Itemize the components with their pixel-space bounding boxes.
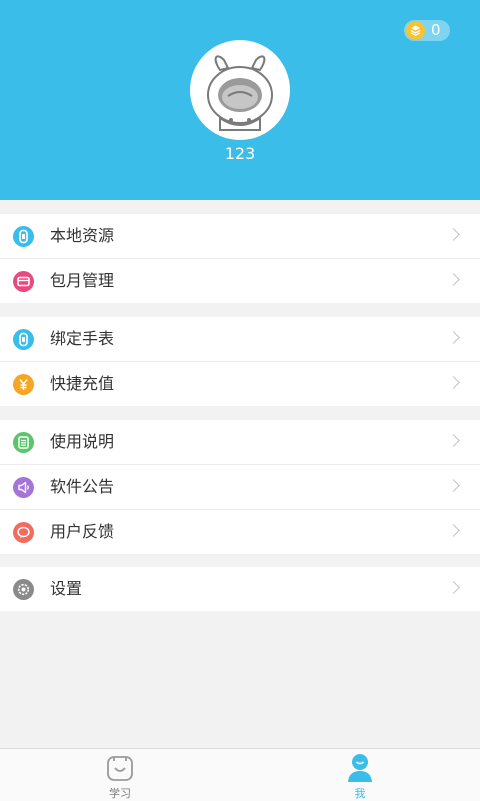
menu-item-announcements[interactable]: 软件公告: [0, 465, 480, 510]
menu-group-resources: 本地资源 包月管理: [0, 214, 480, 303]
menu-item-bind-watch[interactable]: 绑定手表: [0, 317, 480, 362]
menu-item-local-resources[interactable]: 本地资源: [0, 214, 480, 259]
menu-item-label: 使用说明: [50, 432, 115, 451]
menu-group-info: 使用说明 软件公告 用户反馈: [0, 420, 480, 554]
profile-header: 0 123: [0, 0, 480, 200]
chat-icon: [13, 522, 34, 543]
chevron-right-icon: [447, 273, 460, 286]
chevron-right-icon: [447, 228, 460, 241]
coin-icon: [406, 21, 425, 40]
menu-item-monthly-subscription[interactable]: 包月管理: [0, 259, 480, 303]
chevron-right-icon: [447, 331, 460, 344]
menu-item-label: 软件公告: [50, 477, 115, 496]
chevron-right-icon: [447, 524, 460, 537]
menu-item-instructions[interactable]: 使用说明: [0, 420, 480, 465]
document-icon: [13, 432, 34, 453]
speaker-icon: [13, 477, 34, 498]
chevron-right-icon: [447, 376, 460, 389]
menu-item-label: 绑定手表: [50, 329, 115, 348]
menu-item-feedback[interactable]: 用户反馈: [0, 510, 480, 554]
menu-item-label: 用户反馈: [50, 522, 115, 541]
yen-icon: [13, 374, 34, 395]
gear-icon: [13, 579, 34, 600]
watch-icon: [13, 329, 34, 350]
menu-group-settings: 设置: [0, 567, 480, 611]
menu-item-quick-recharge[interactable]: 快捷充值: [0, 362, 480, 406]
username: 123: [224, 144, 256, 163]
tab-study[interactable]: 学习: [0, 749, 240, 801]
coin-badge[interactable]: 0: [404, 20, 450, 41]
bottom-tab-bar: 学习 我: [0, 748, 480, 801]
menu-item-settings[interactable]: 设置: [0, 567, 480, 611]
chevron-right-icon: [447, 479, 460, 492]
chevron-right-icon: [447, 434, 460, 447]
person-icon: [346, 752, 374, 783]
watch-icon: [13, 226, 34, 247]
avatar[interactable]: [190, 40, 290, 140]
menu-group-watch: 绑定手表 快捷充值: [0, 317, 480, 406]
tab-label: 学习: [109, 787, 131, 800]
card-icon: [13, 271, 34, 292]
menu-item-label: 本地资源: [50, 226, 115, 245]
menu-item-label: 包月管理: [50, 271, 115, 290]
menu-item-label: 设置: [50, 579, 83, 598]
chevron-right-icon: [447, 581, 460, 594]
menu-item-label: 快捷充值: [50, 374, 115, 393]
bag-smile-icon: [106, 754, 134, 782]
coin-count: 0: [431, 21, 441, 39]
tab-label: 我: [354, 787, 366, 800]
tab-me[interactable]: 我: [240, 749, 480, 801]
